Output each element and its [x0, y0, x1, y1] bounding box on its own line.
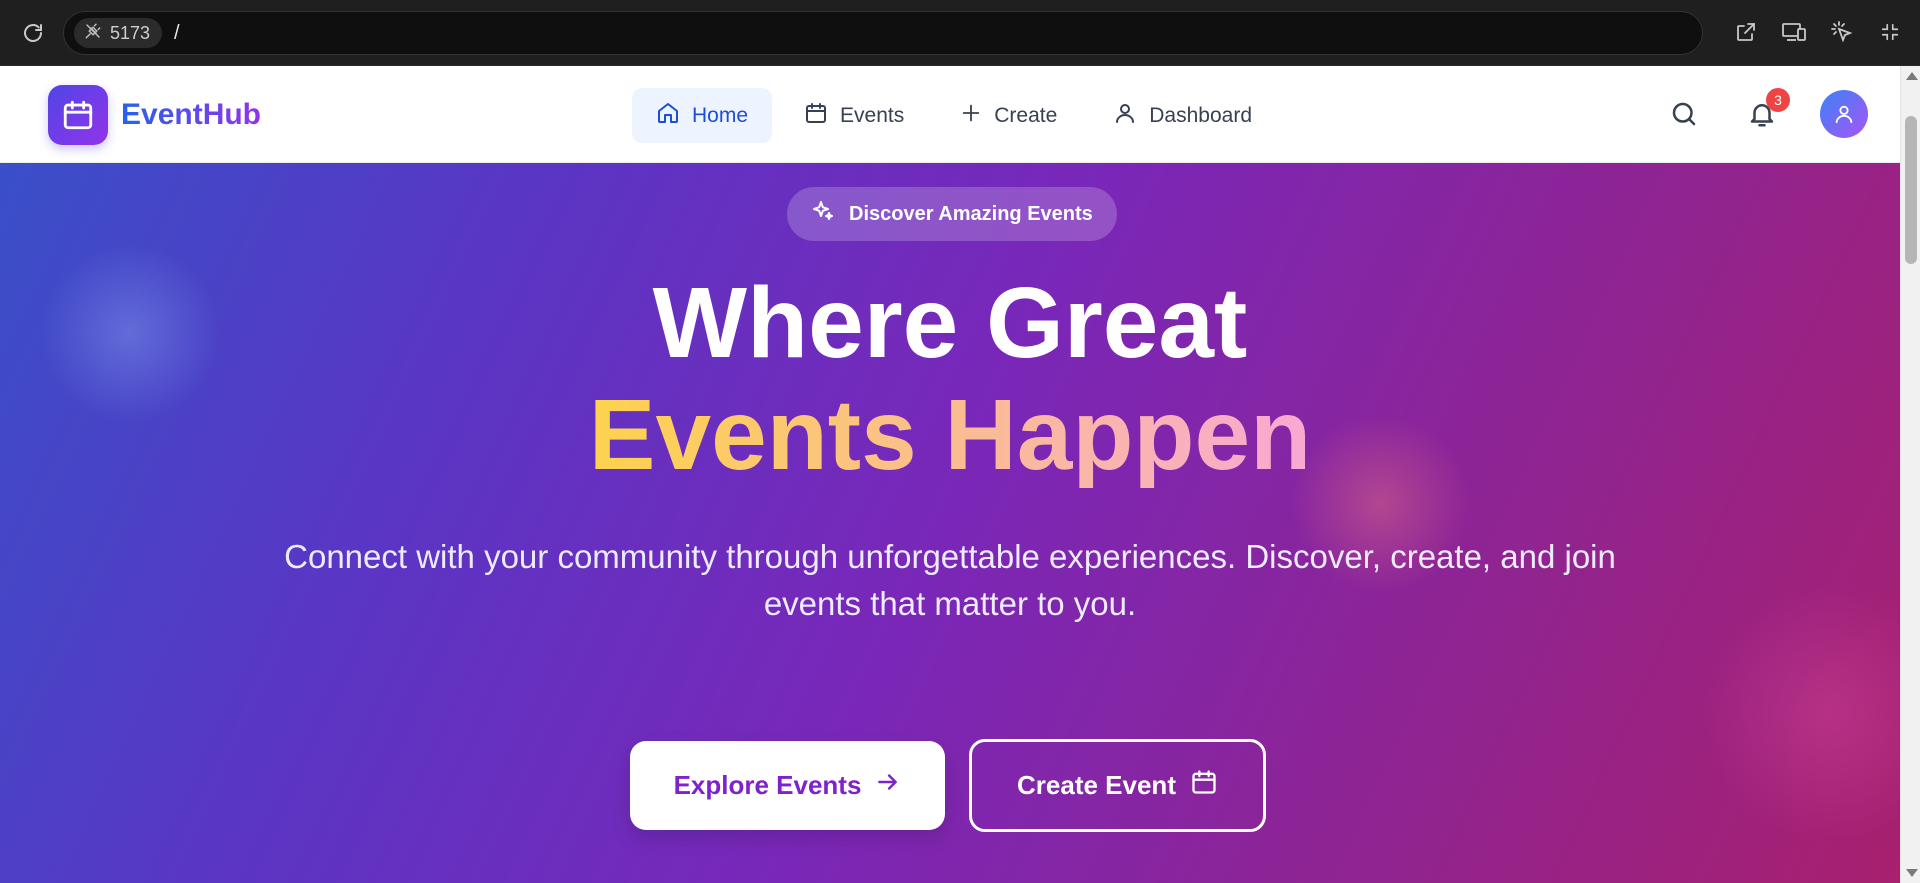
- scroll-up-arrow-icon[interactable]: [1906, 72, 1918, 80]
- calendar-icon: [804, 101, 828, 131]
- port-chip[interactable]: 5173: [74, 18, 163, 48]
- page-scrollbar[interactable]: [1900, 66, 1920, 883]
- decorative-blob: [1700, 583, 1900, 843]
- main-menu: Home Events Create Dashboard: [632, 88, 1276, 143]
- brand[interactable]: EventHub: [48, 85, 261, 145]
- user-icon: [1113, 101, 1137, 131]
- top-navbar: EventHub Home Events Create Dashboard 3: [0, 66, 1900, 163]
- arrow-right-icon: [875, 769, 901, 802]
- scroll-thumb[interactable]: [1905, 116, 1917, 264]
- nav-item-label: Events: [840, 103, 905, 127]
- explore-events-button[interactable]: Explore Events: [630, 741, 945, 830]
- calendar-logo-icon: [48, 85, 108, 145]
- hero-section: Discover Amazing Events Where Great Even…: [0, 163, 1900, 883]
- hero-subtitle: Connect with your community through unfo…: [284, 538, 1616, 622]
- nav-item-create[interactable]: Create: [936, 88, 1081, 143]
- nav-item-home[interactable]: Home: [632, 88, 773, 143]
- hero-title-line1: Where Great: [652, 267, 1248, 379]
- nav-item-dashboard[interactable]: Dashboard: [1089, 88, 1276, 143]
- minimize-icon[interactable]: [1876, 18, 1904, 46]
- explore-events-label: Explore Events: [673, 770, 862, 800]
- hero-badge: Discover Amazing Events: [787, 187, 1117, 241]
- cursor-icon[interactable]: [1828, 18, 1856, 46]
- hero-title-line2-wrap: Events Happen: [0, 383, 1900, 488]
- browser-toolbar: 5173 /: [0, 0, 1920, 66]
- address-bar[interactable]: 5173 /: [63, 11, 1703, 55]
- nav-item-label: Dashboard: [1149, 103, 1252, 127]
- hero-badge-label: Discover Amazing Events: [849, 202, 1093, 225]
- nav-item-label: Home: [692, 103, 749, 127]
- open-external-icon[interactable]: [1732, 18, 1760, 46]
- home-icon: [656, 101, 680, 131]
- nav-item-events[interactable]: Events: [780, 88, 928, 143]
- sparkles-icon: [811, 199, 835, 229]
- nav-item-label: Create: [994, 103, 1058, 127]
- search-icon[interactable]: [1664, 94, 1704, 134]
- page-viewport: EventHub Home Events Create Dashboard 3 …: [0, 66, 1920, 883]
- reload-icon[interactable]: [18, 18, 48, 48]
- plug-off-icon: [84, 22, 102, 45]
- navbar-actions: 3: [1664, 88, 1868, 138]
- calendar-icon: [1190, 768, 1218, 803]
- port-number: 5173: [110, 22, 151, 43]
- brand-name: EventHub: [121, 98, 262, 131]
- scroll-down-arrow-icon[interactable]: [1906, 869, 1918, 877]
- create-event-button[interactable]: Create Event: [969, 739, 1266, 832]
- notification-count-badge: 3: [1766, 88, 1790, 112]
- hero-title-line2: Events Happen: [588, 379, 1312, 491]
- plus-icon: [960, 102, 982, 130]
- devices-icon[interactable]: [1780, 18, 1808, 46]
- user-avatar[interactable]: [1820, 90, 1868, 138]
- url-path[interactable]: /: [174, 22, 180, 45]
- notification-bell-icon[interactable]: 3: [1742, 88, 1790, 134]
- create-event-label: Create Event: [1017, 770, 1176, 800]
